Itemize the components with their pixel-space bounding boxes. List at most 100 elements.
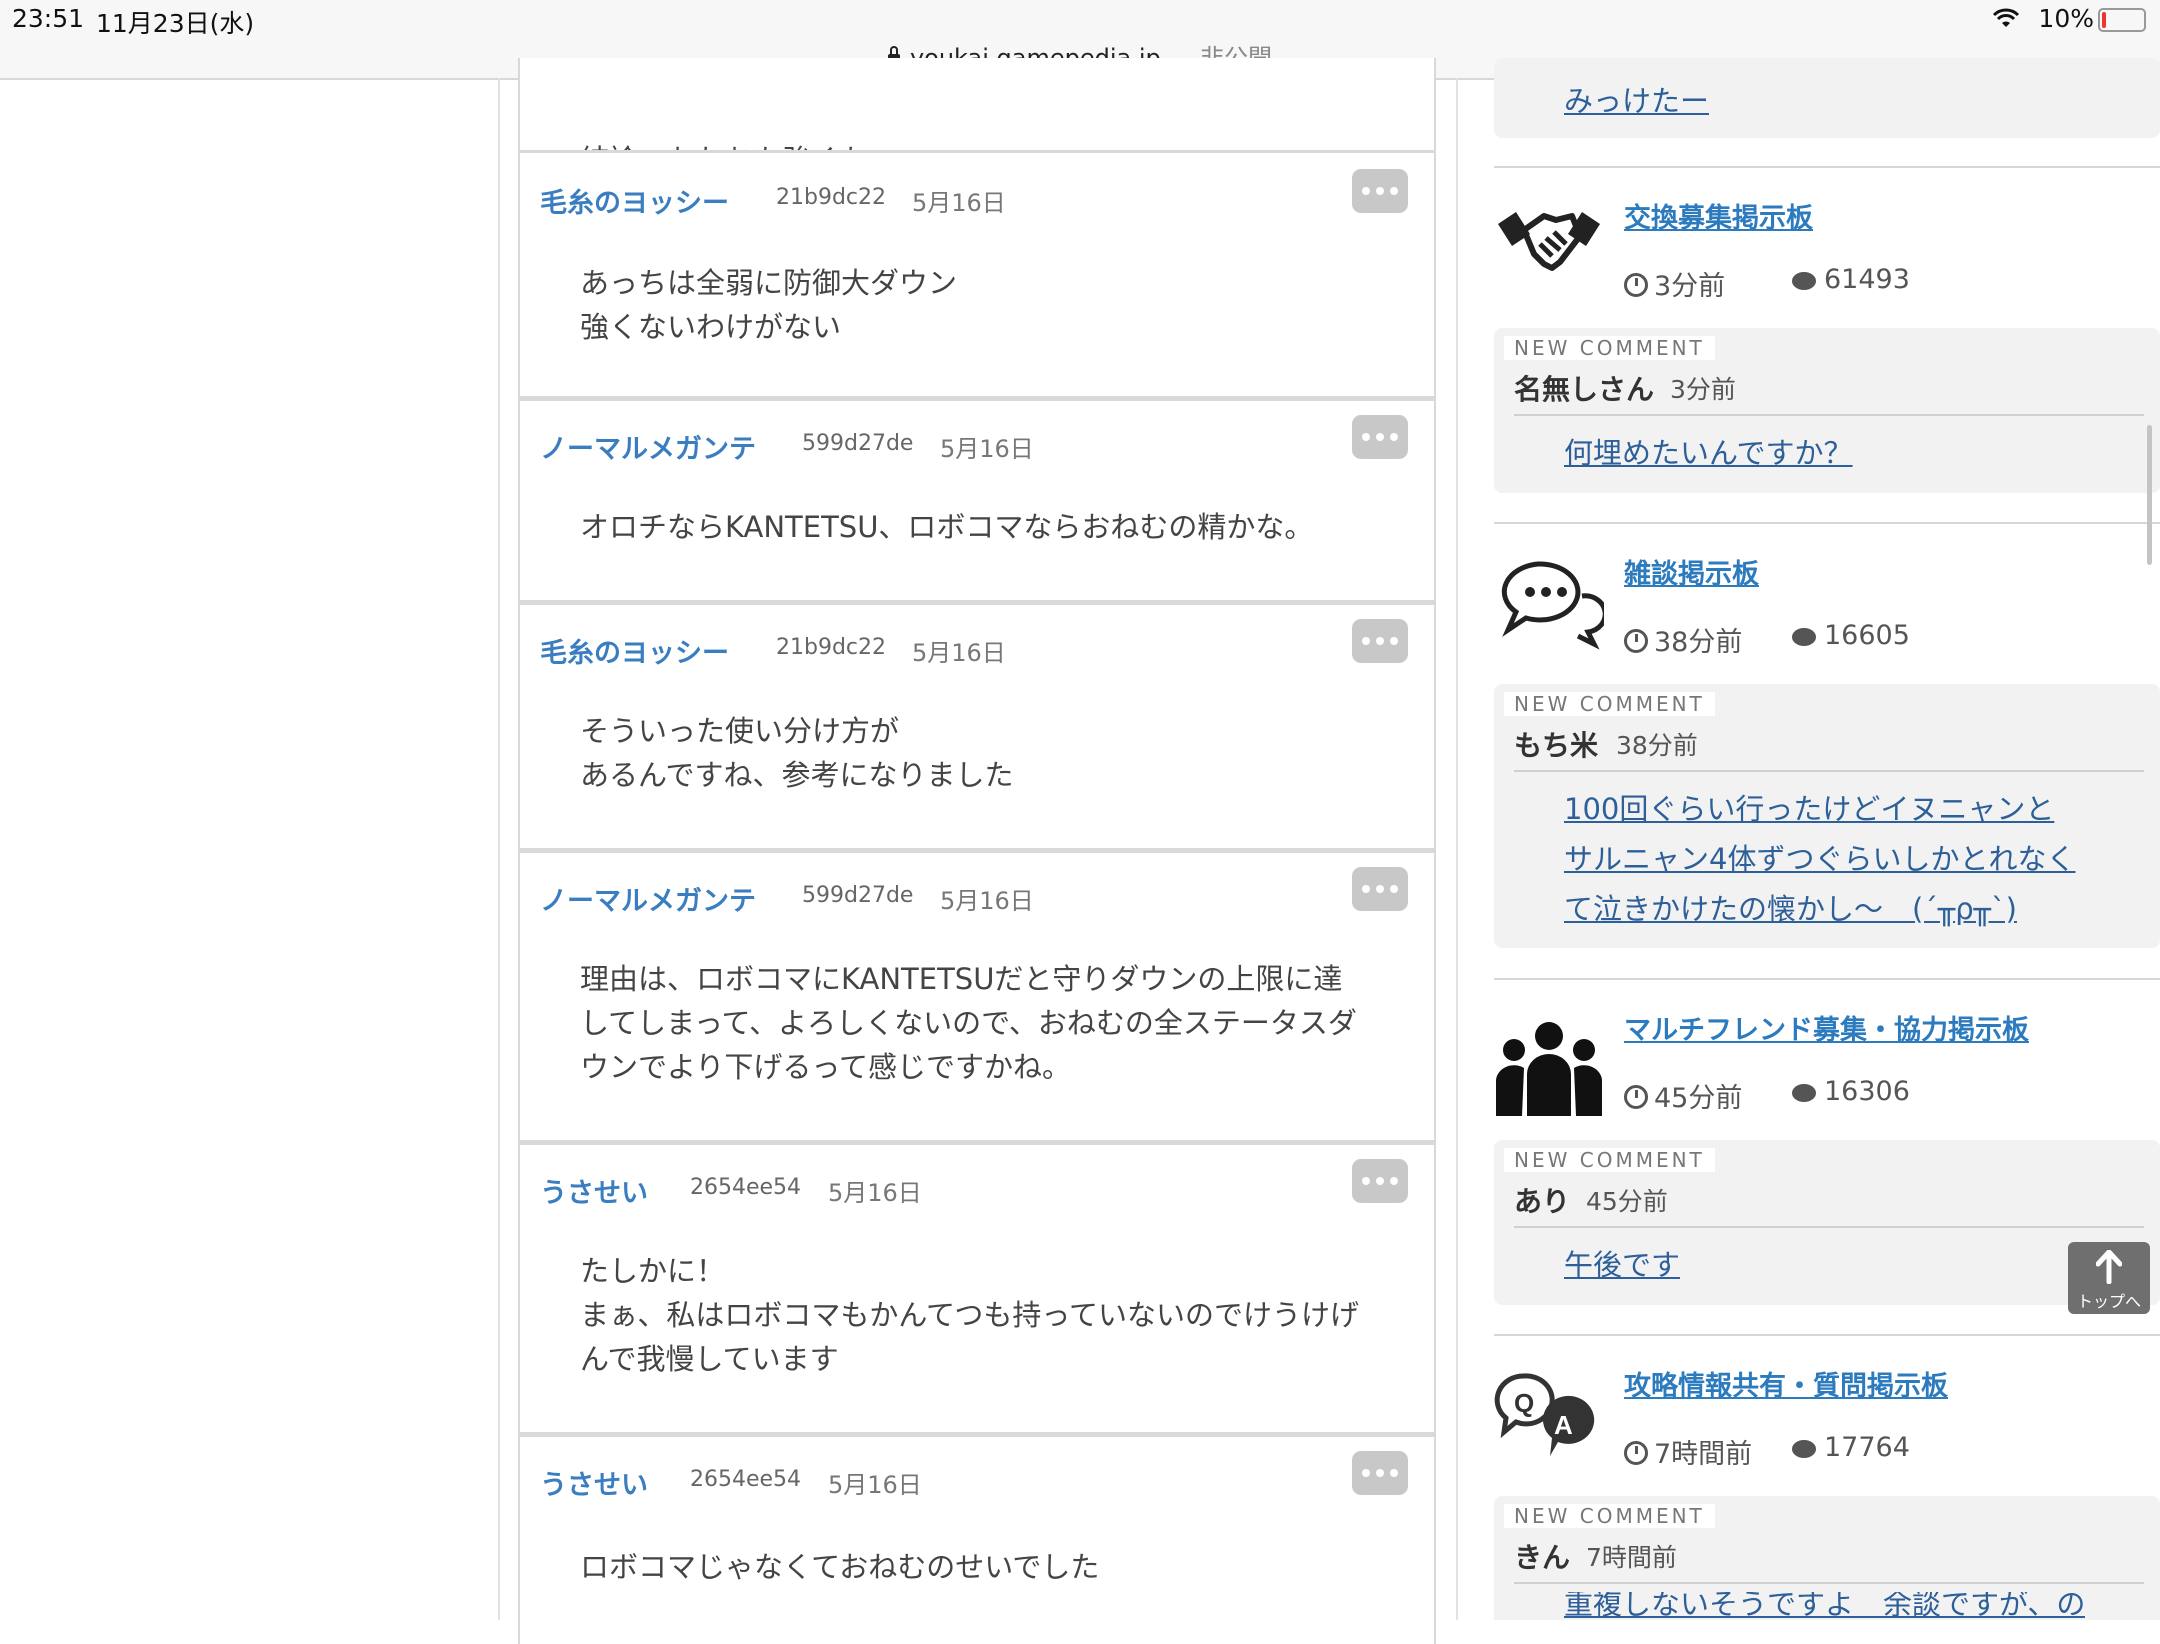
board-title-link[interactable]: 攻略情報共有・質問掲示板 xyxy=(1624,1364,1948,1403)
new-comment-label: NEW COMMENT xyxy=(1504,692,1715,716)
more-options-icon[interactable] xyxy=(1352,415,1408,459)
comment-bubble-icon xyxy=(1792,628,1816,646)
new-comment-line: サルニャン4体ずつぐらいしかとれなく xyxy=(1564,842,2076,876)
comment-author[interactable]: ノーマルメガンテ xyxy=(540,427,756,466)
wifi-icon xyxy=(1992,8,2020,27)
comment-date: 5月16日 xyxy=(828,1179,922,1207)
comment-body: ロボコマじゃなくておねむのせいでした xyxy=(580,1545,1394,1589)
comment-bubble-icon xyxy=(1792,1084,1816,1102)
comment-author[interactable]: うさせい xyxy=(540,1171,648,1210)
battery-percent: 10% xyxy=(2038,4,2094,33)
comment-line: まぁ、私はロボコマもかんてつも持っていないのでけうけげ xyxy=(580,1298,1359,1332)
new-comment-card: NEW COMMENT きん 7時間前 重複しないそうですよ 余談ですが、の xyxy=(1494,1496,2160,1620)
board-title-link[interactable]: 交換募集掲示板 xyxy=(1624,196,1813,235)
more-options-icon[interactable] xyxy=(1352,867,1408,911)
content-border-right xyxy=(1456,78,1458,1620)
comment-bubble-icon xyxy=(1792,272,1816,290)
new-comment-text[interactable]: 重複しないそうですよ 余談ですが、の xyxy=(1564,1592,2085,1620)
new-comment-card: NEW COMMENT 名無しさん 3分前 何埋めたいんですか？ xyxy=(1494,328,2160,493)
comment-user-id: 599d27de xyxy=(802,431,914,456)
comment-line: してしまって、よろしくないので、おねむの全ステータスダ xyxy=(580,1006,1357,1040)
new-comment-line: 100回ぐらい行ったけどイヌニャンと xyxy=(1564,792,2055,826)
comment-line: 強くないわけがない xyxy=(580,310,842,344)
new-comment-text[interactable]: 100回ぐらい行ったけどイヌニャンと サルニャン4体ずつぐらいしかとれなく て泣… xyxy=(1564,784,2075,934)
board-comment-count: 16605 xyxy=(1792,620,1910,651)
board-comment-count: 61493 xyxy=(1792,264,1910,295)
more-options-icon[interactable] xyxy=(1352,1159,1408,1203)
comment-body: そういった使い分け方が あるんですね、参考になりました xyxy=(580,709,1394,797)
divider xyxy=(1514,414,2144,416)
comment-line: たしかに！ xyxy=(580,1254,726,1288)
divider xyxy=(1494,1334,2160,1336)
more-options-icon[interactable] xyxy=(1352,169,1408,213)
comment-line: んで我慢しています xyxy=(580,1342,839,1376)
comment-line: ウンでより下げるって感じですかね。 xyxy=(580,1050,1071,1084)
new-comment-text[interactable]: 午後です xyxy=(1564,1240,1680,1290)
new-comment-time: 45分前 xyxy=(1586,1187,1668,1216)
comment-user-id: 21b9dc22 xyxy=(776,185,887,210)
board-title-link[interactable]: マルチフレンド募集・協力掲示板 xyxy=(1624,1008,2029,1047)
comment-body: オロチならKANTETSU、ロボコマならおねむの精かな。 xyxy=(580,505,1394,549)
board-time-text: 3分前 xyxy=(1654,271,1726,302)
new-comment-label: NEW COMMENT xyxy=(1504,1148,1715,1172)
comment-card: 毛糸のヨッシー 21b9dc22 5月16日 あっちは全弱に防御大ダウン 強くな… xyxy=(518,150,1436,398)
new-comment-card: NEW COMMENT もち米 38分前 100回ぐらい行ったけどイヌニャンと … xyxy=(1494,684,2160,948)
comment-card: うさせい 2654ee54 5月16日 たしかに！ まぁ、私はロボコマもかんてつ… xyxy=(518,1142,1436,1434)
comment-author[interactable]: ノーマルメガンテ xyxy=(540,879,756,918)
clock-icon xyxy=(1624,273,1648,297)
new-comment-author: きん xyxy=(1514,1541,1571,1574)
board-time-text: 38分前 xyxy=(1654,627,1743,658)
status-time: 23:51 xyxy=(12,4,85,33)
comment-author[interactable]: 毛糸のヨッシー xyxy=(540,181,729,220)
board-comment-count: 16306 xyxy=(1792,1076,1910,1107)
board-last-updated: 45分前 xyxy=(1624,1076,1742,1115)
clock-icon xyxy=(1624,1085,1648,1109)
comment-date: 5月16日 xyxy=(912,189,1006,217)
new-comment-label: NEW COMMENT xyxy=(1504,1504,1715,1528)
new-comment-author: あり xyxy=(1514,1185,1571,1218)
comment-line: あるんですね、参考になりました xyxy=(580,758,1014,792)
comment-line: そういった使い分け方が xyxy=(580,714,900,748)
status-date: 11月23日(水) xyxy=(96,9,255,38)
scrollbar[interactable] xyxy=(2147,425,2152,565)
chat-bubbles-icon xyxy=(1501,561,1604,650)
new-comment-line: 重複しないそうですよ 余談ですが、の xyxy=(1564,1592,2086,1620)
new-comment-text[interactable]: 何埋めたいんですか？ xyxy=(1564,428,1853,478)
board-sidebar: みっけたー 交換募集掲示板 3分前 61493 NEW COMMENT 名無しさ… xyxy=(1494,58,2160,1620)
comment-author[interactable]: うさせい xyxy=(540,1463,648,1502)
svg-text:Q: Q xyxy=(1514,1388,1534,1418)
comment-line: あっちは全弱に防御大ダウン xyxy=(580,266,958,300)
board-last-updated: 3分前 xyxy=(1624,264,1725,303)
new-comment-line: 午後です xyxy=(1564,1248,1681,1282)
new-comment-label: NEW COMMENT xyxy=(1504,336,1715,360)
comment-card: ノーマルメガンテ 599d27de 5月16日 オロチならKANTETSU、ロボ… xyxy=(518,398,1436,602)
comment-body: たしかに！ まぁ、私はロボコマもかんてつも持っていないのでけうけげ んで我慢して… xyxy=(580,1249,1394,1381)
content-border-left xyxy=(498,78,500,1620)
comment-card: ノーマルメガンテ 599d27de 5月16日 理由は、ロボコマにKANTETS… xyxy=(518,850,1436,1142)
comment-author[interactable]: 毛糸のヨッシー xyxy=(540,631,729,670)
back-to-top-label: トップへ xyxy=(2076,1292,2141,1311)
new-comment-time: 38分前 xyxy=(1616,731,1698,760)
comment-date: 5月16日 xyxy=(940,435,1034,463)
more-options-icon[interactable] xyxy=(1352,619,1408,663)
board-time-text: 45分前 xyxy=(1654,1083,1743,1114)
comment-body: あっちは全弱に防御大ダウン 強くないわけがない xyxy=(580,261,1394,349)
board-time-text: 7時間前 xyxy=(1654,1439,1753,1470)
new-comment-line: 何埋めたいんですか？ xyxy=(1564,436,1853,470)
group-icon xyxy=(1496,1022,1602,1116)
board-count-text: 16306 xyxy=(1824,1076,1910,1107)
new-comment-text[interactable]: みっけたー xyxy=(1564,76,1709,126)
new-comment-line: て泣きかけたの懐かし〜 (´╥ρ╥`) xyxy=(1564,892,2017,926)
comment-user-id: 21b9dc22 xyxy=(776,635,887,660)
board-title-link[interactable]: 雑談掲示板 xyxy=(1624,552,1759,591)
svg-text:A: A xyxy=(1554,1410,1573,1440)
board-count-text: 17764 xyxy=(1824,1432,1910,1463)
new-comment-card: NEW COMMENT あり 45分前 午後です xyxy=(1494,1140,2160,1305)
divider xyxy=(1494,166,2160,168)
divider xyxy=(1494,978,2160,980)
back-to-top-button[interactable]: トップへ xyxy=(2068,1242,2150,1314)
more-options-icon[interactable] xyxy=(1352,1451,1408,1495)
comment-date: 5月16日 xyxy=(912,639,1006,667)
divider xyxy=(1514,1226,2144,1228)
board-last-updated: 38分前 xyxy=(1624,620,1742,659)
